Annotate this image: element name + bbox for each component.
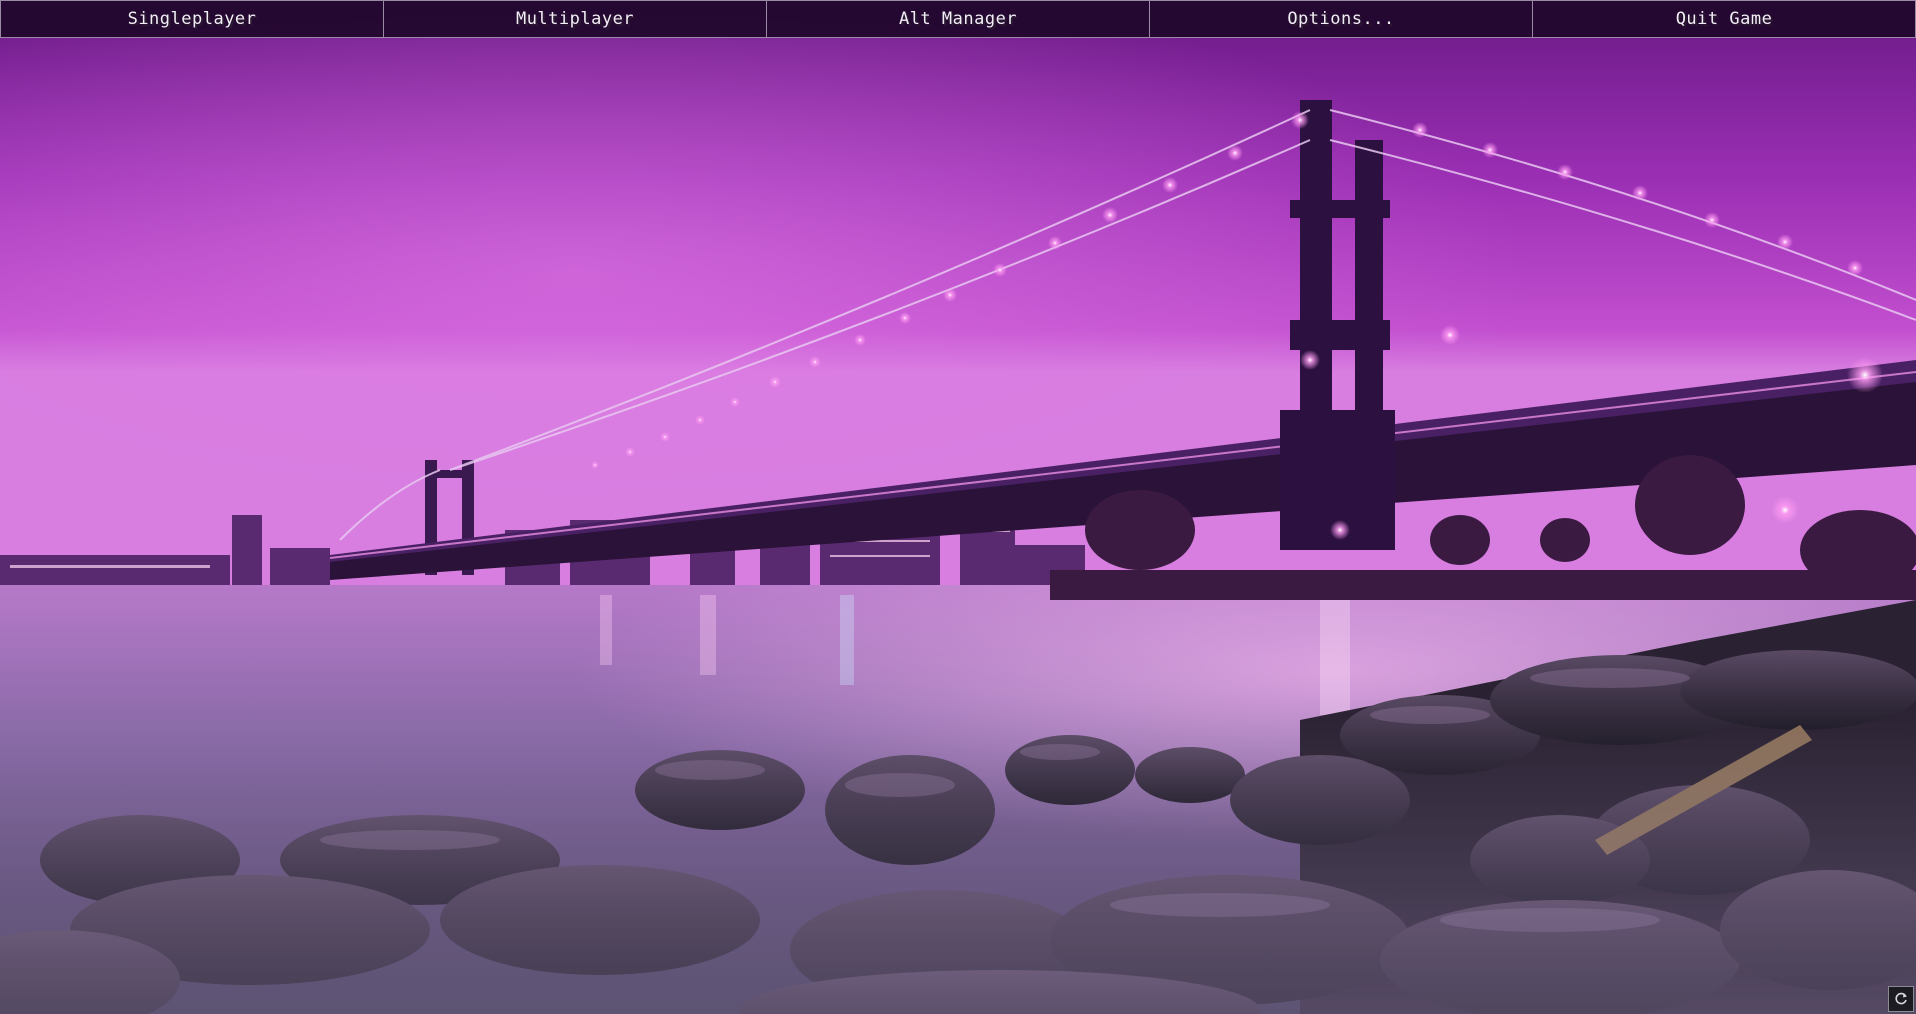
- main-menu-bar: Singleplayer Multiplayer Alt Manager Opt…: [0, 0, 1916, 38]
- multiplayer-button[interactable]: Multiplayer: [383, 0, 767, 38]
- refresh-button[interactable]: [1888, 986, 1914, 1012]
- options-button[interactable]: Options...: [1149, 0, 1533, 38]
- singleplayer-button[interactable]: Singleplayer: [0, 0, 384, 38]
- quit-game-button[interactable]: Quit Game: [1532, 0, 1916, 38]
- refresh-icon: [1895, 992, 1907, 1005]
- alt-manager-button[interactable]: Alt Manager: [766, 0, 1150, 38]
- background-image: [0, 0, 1916, 1014]
- main-menu-screen: Singleplayer Multiplayer Alt Manager Opt…: [0, 0, 1916, 1014]
